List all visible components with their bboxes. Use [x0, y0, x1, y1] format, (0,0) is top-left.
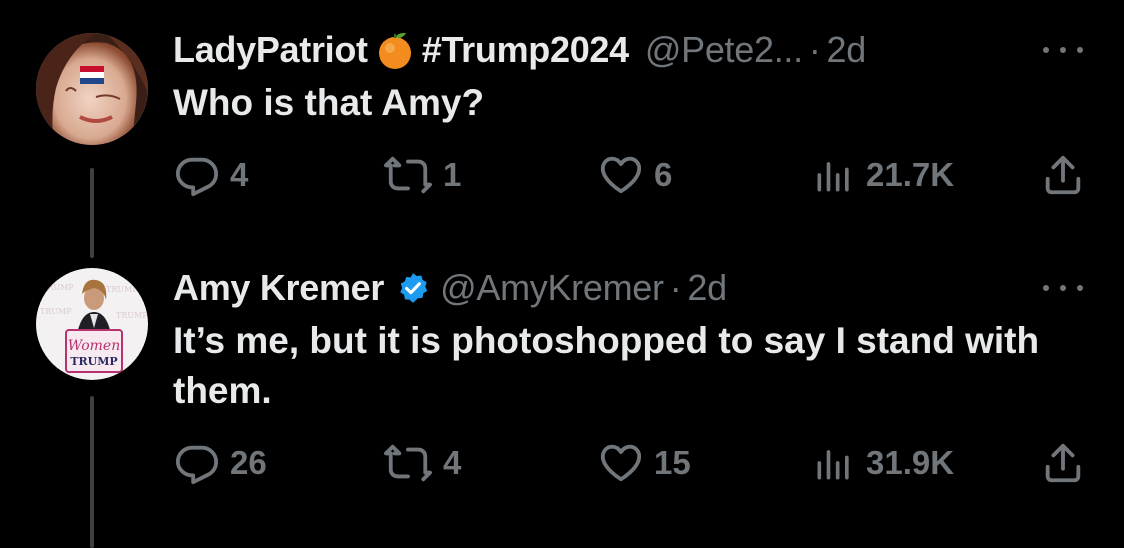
- like-count: 6: [654, 156, 673, 193]
- reply-tweet: TRUMP TRUMP TRUMP TRUMP Women TRUMP Amy …: [0, 258, 1124, 548]
- views-button[interactable]: 31.9K: [812, 438, 954, 488]
- avatar-caption-women: Women: [68, 338, 120, 354]
- reply-icon: [174, 152, 220, 198]
- reply-icon: [174, 440, 220, 486]
- views-count: 21.7K: [866, 156, 955, 193]
- retweet-count: 1: [443, 156, 462, 193]
- reply-button[interactable]: 26: [174, 438, 267, 488]
- more-options-icon[interactable]: [1043, 278, 1083, 298]
- tweet-text: It’s me, but it is photoshopped to say I…: [173, 320, 1040, 411]
- tweet-header: Amy Kremer @AmyKremer · 2d: [173, 266, 727, 310]
- verified-badge-icon: [396, 271, 430, 305]
- author-handle[interactable]: @AmyKremer: [440, 267, 664, 309]
- avatar-caption-trump: TRUMP: [70, 355, 117, 368]
- reply-count: 4: [230, 156, 249, 193]
- separator-dot: ·: [808, 29, 821, 70]
- views-button[interactable]: 21.7K: [812, 150, 954, 200]
- timestamp[interactable]: 2d: [827, 29, 867, 71]
- retweet-count: 4: [443, 444, 462, 481]
- svg-text:TRUMP: TRUMP: [40, 307, 72, 316]
- share-icon: [1040, 440, 1086, 486]
- share-button[interactable]: [1040, 150, 1086, 200]
- tweet-actions: 4 1 6 21.7K: [0, 150, 1124, 200]
- retweet-button[interactable]: 1: [383, 150, 461, 200]
- avatar[interactable]: TRUMP TRUMP TRUMP TRUMP Women TRUMP: [36, 268, 148, 380]
- reply-count: 26: [230, 444, 267, 481]
- orange-emoji-icon: [376, 30, 414, 70]
- reply-tweet: LadyPatriot #Trump2024 @Pete2... · 2d Wh…: [0, 0, 1124, 258]
- author-handle[interactable]: @Pete2...: [645, 29, 803, 71]
- share-button[interactable]: [1040, 438, 1086, 488]
- reply-button[interactable]: 4: [174, 150, 248, 200]
- retweet-icon: [383, 152, 433, 198]
- author-name[interactable]: Amy Kremer: [173, 267, 384, 309]
- timestamp[interactable]: 2d: [687, 267, 727, 309]
- svg-text:TRUMP: TRUMP: [42, 283, 74, 292]
- retweet-button[interactable]: 4: [383, 438, 461, 488]
- author-name[interactable]: LadyPatriot: [173, 29, 368, 71]
- tweet-header: LadyPatriot #Trump2024 @Pete2... · 2d: [173, 28, 866, 72]
- svg-text:TRUMP: TRUMP: [106, 285, 138, 294]
- avatar[interactable]: [36, 33, 148, 145]
- views-count: 31.9K: [866, 444, 955, 481]
- tweet-text: Who is that Amy?: [173, 82, 485, 123]
- author-hashtag[interactable]: #Trump2024: [422, 29, 629, 71]
- views-icon: [812, 153, 856, 197]
- retweet-icon: [383, 440, 433, 486]
- like-button[interactable]: 15: [598, 438, 691, 488]
- separator-dot: ·: [669, 267, 682, 308]
- like-button[interactable]: 6: [598, 150, 672, 200]
- heart-icon: [598, 440, 644, 486]
- heart-icon: [598, 152, 644, 198]
- svg-text:TRUMP: TRUMP: [116, 311, 148, 320]
- views-icon: [812, 441, 856, 485]
- share-icon: [1040, 152, 1086, 198]
- more-options-icon[interactable]: [1043, 40, 1083, 60]
- like-count: 15: [654, 444, 691, 481]
- tweet-actions: 26 4 15 31.9K: [0, 438, 1124, 488]
